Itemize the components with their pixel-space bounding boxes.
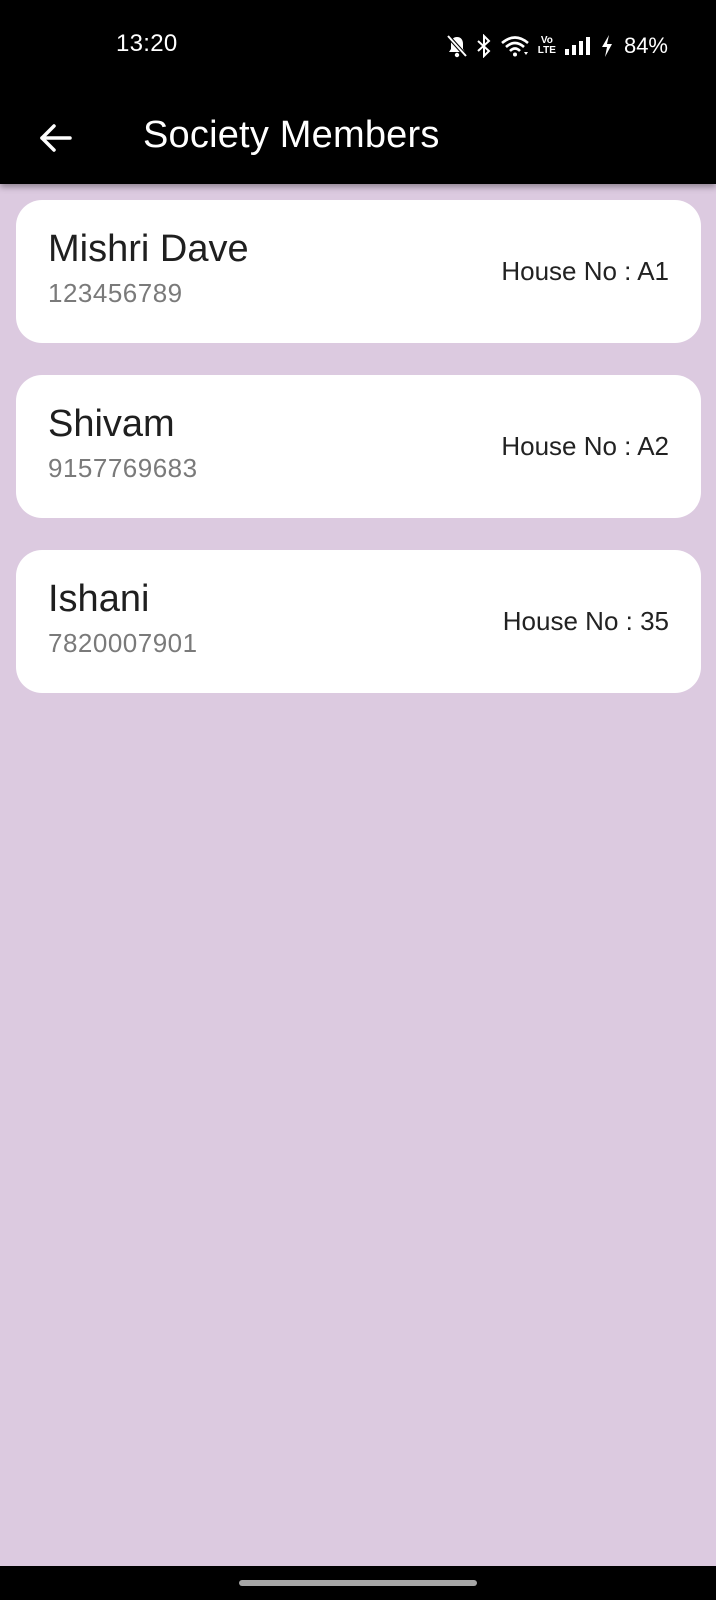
member-name: Mishri Dave xyxy=(48,228,249,270)
member-name: Shivam xyxy=(48,403,175,445)
member-house-number: House No : A1 xyxy=(501,256,669,286)
navigation-bar xyxy=(0,1566,716,1600)
member-card[interactable]: Shivam 9157769683 House No : A2 xyxy=(16,375,701,518)
home-gesture-handle[interactable] xyxy=(239,1580,477,1586)
bluetooth-icon xyxy=(476,34,492,58)
member-phone: 7820007901 xyxy=(48,628,198,658)
member-phone: 9157769683 xyxy=(48,453,198,483)
battery-level: 84% xyxy=(623,33,668,58)
volte-bottom-label: LTE xyxy=(537,45,556,56)
status-icons: Vo LTE 84% xyxy=(446,30,668,62)
charging-icon xyxy=(600,34,614,58)
app-bar: Society Members xyxy=(0,92,716,184)
volte-icon: Vo LTE xyxy=(538,36,556,56)
status-time: 13:20 xyxy=(116,30,178,57)
member-house-number: House No : 35 xyxy=(502,606,669,636)
back-button[interactable] xyxy=(28,110,84,166)
member-name: Ishani xyxy=(48,578,150,620)
member-card[interactable]: Mishri Dave 123456789 House No : A1 xyxy=(16,200,701,343)
signal-icon xyxy=(564,34,592,58)
member-phone: 123456789 xyxy=(48,278,183,308)
bell-off-icon xyxy=(446,34,468,58)
member-house-number: House No : A2 xyxy=(501,431,669,461)
status-bar: 13:20 Vo LTE 84% xyxy=(0,0,716,92)
page-title: Society Members xyxy=(143,114,440,156)
member-card[interactable]: Ishani 7820007901 House No : 35 xyxy=(16,550,701,693)
arrow-left-icon xyxy=(40,124,72,152)
wifi-icon xyxy=(500,34,530,58)
member-list: Mishri Dave 123456789 House No : A1 Shiv… xyxy=(16,200,701,725)
